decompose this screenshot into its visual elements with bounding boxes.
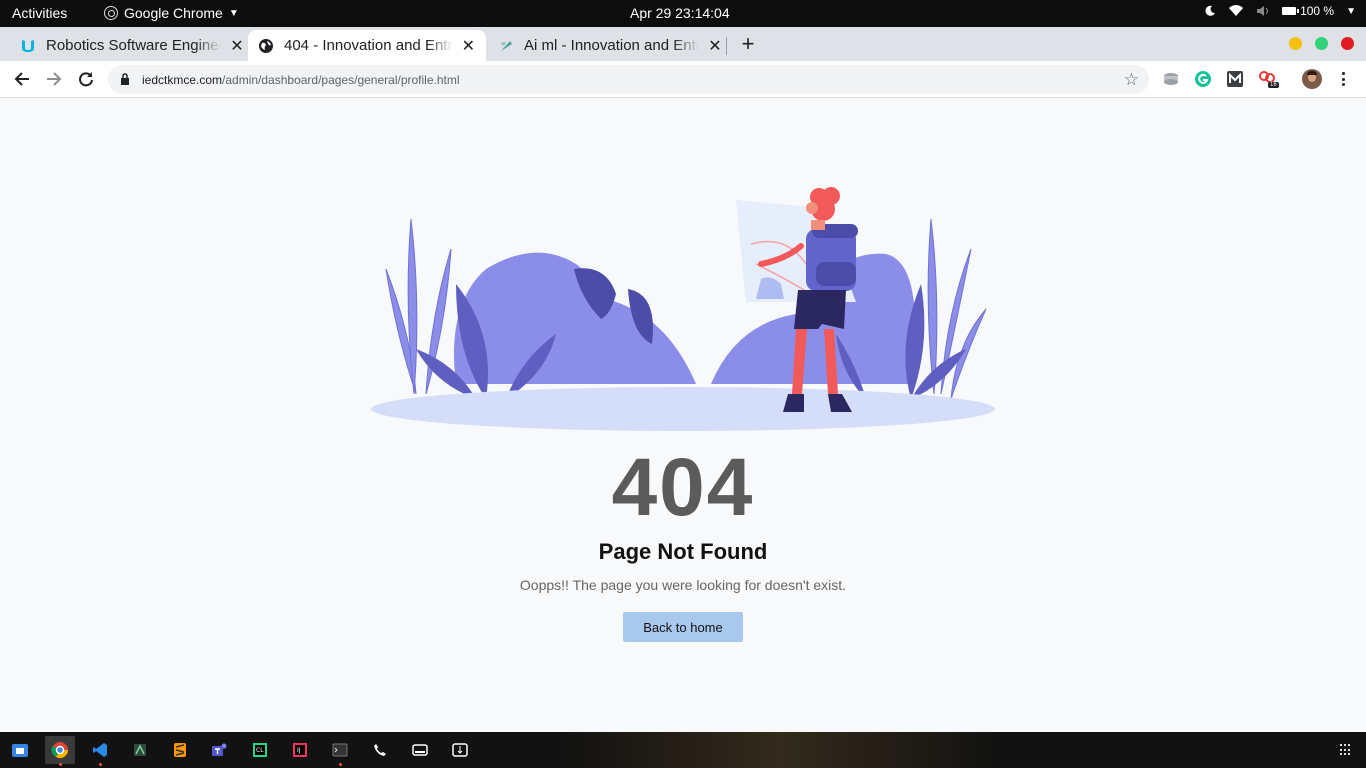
show-applications-icon[interactable] (1340, 744, 1352, 756)
kebab-dot-icon (1341, 77, 1345, 81)
clion-icon: CL (253, 743, 267, 757)
page-title: Page Not Found (598, 539, 768, 564)
battery-icon (1282, 7, 1300, 15)
window-controls (1289, 37, 1354, 50)
arrow-left-icon (14, 72, 29, 86)
teams-icon (212, 743, 227, 756)
dock-files[interactable] (5, 736, 35, 764)
url-path: /admin/dashboard/pages/general/profile.h… (222, 73, 460, 87)
svg-text:IJ: IJ (297, 747, 301, 754)
app-icon (134, 744, 146, 756)
extension-badge-count: 16 (1268, 82, 1279, 88)
profile-avatar[interactable] (1302, 69, 1322, 89)
udacity-icon (22, 39, 34, 52)
tab-strip: Robotics Software Engineer ✕ 404 - Innov… (0, 27, 1366, 61)
grammarly-icon[interactable] (1194, 70, 1212, 88)
dock-sublime[interactable] (165, 736, 195, 764)
dock-terminal[interactable] (325, 736, 355, 766)
terminal-icon (332, 743, 348, 757)
dock-chrome[interactable] (45, 736, 75, 766)
system-top-bar: Activities Google Chrome ▼ Apr 29 23:14:… (0, 0, 1366, 27)
dock-app[interactable] (125, 736, 155, 764)
dock-intellij[interactable]: IJ (285, 736, 315, 764)
tab-divider (726, 37, 727, 55)
wifi-icon (1229, 5, 1244, 17)
chevron-down-icon: ▼ (1346, 5, 1356, 17)
tab-title: Ai ml - Innovation and Entrepreneurship (524, 37, 699, 54)
lost-traveler-illustration (371, 187, 995, 431)
minimize-button[interactable] (1289, 37, 1302, 50)
maximize-button[interactable] (1315, 37, 1328, 50)
dock-clion[interactable]: CL (245, 736, 275, 764)
arrow-right-icon (47, 72, 62, 86)
dock-phone[interactable] (365, 736, 395, 764)
wallpaper-strip (560, 732, 1000, 768)
reload-icon (79, 72, 93, 87)
tab-ai-ml[interactable]: Ai ml - Innovation and Entrepreneurship … (488, 30, 733, 61)
chrome-icon (51, 742, 69, 759)
extension-badge-button[interactable]: 16 (1258, 70, 1280, 88)
chrome-icon (104, 6, 118, 20)
files-icon (12, 744, 28, 757)
running-indicator (339, 763, 342, 766)
tab-404[interactable]: 404 - Innovation and Entrepreneurship ✕ (248, 30, 486, 61)
url-domain: iedctkmce.com (142, 73, 223, 87)
dock-vscode[interactable] (85, 736, 115, 766)
mendeley-icon[interactable] (1226, 70, 1244, 88)
avatar-hair (1307, 71, 1317, 75)
activities-button[interactable]: Activities (12, 5, 67, 21)
page-content: 404 Page Not Found Oopps!! The page you … (0, 98, 1366, 732)
close-icon[interactable]: ✕ (461, 36, 476, 56)
close-icon[interactable]: ✕ (707, 36, 723, 56)
chrome-menu-button[interactable] (1336, 70, 1350, 88)
taskbar: CL IJ (0, 732, 1366, 768)
url-text: iedctkmce.com/admin/dashboard/pages/gene… (142, 73, 460, 87)
error-message: Oopps!! The page you were looking for do… (519, 577, 847, 593)
bookmark-star-icon[interactable]: ☆ (1124, 70, 1139, 90)
globe-icon (259, 38, 273, 53)
close-window-button[interactable] (1341, 37, 1354, 50)
dock-usb[interactable] (445, 736, 475, 764)
app-menu-label: Google Chrome (124, 5, 223, 21)
extension-stack-icon[interactable] (1162, 70, 1180, 88)
sublime-icon (174, 743, 186, 757)
usb-icon (452, 743, 468, 757)
dock-teams[interactable] (205, 736, 235, 764)
close-icon[interactable]: ✕ (229, 36, 245, 56)
back-button[interactable] (10, 67, 34, 91)
vscode-icon (93, 743, 107, 757)
night-light-icon (1205, 5, 1216, 16)
chevron-down-icon: ▼ (228, 7, 239, 19)
tab-robotics[interactable]: Robotics Software Engineer ✕ (10, 30, 255, 61)
battery-level: 100 % (1300, 4, 1335, 18)
feather-icon (500, 40, 512, 51)
running-indicator (99, 763, 102, 766)
running-indicator (59, 763, 62, 766)
error-code: 404 (611, 442, 755, 533)
new-tab-button[interactable]: + (738, 31, 758, 57)
battery-indicator: 100 % (1282, 4, 1334, 18)
kebab-dot-icon (1341, 72, 1345, 75)
volume-icon (1257, 6, 1269, 16)
clock[interactable]: Apr 29 23:14:04 (630, 5, 730, 21)
tab-title: Robotics Software Engineer (46, 37, 221, 54)
browser-toolbar: iedctkmce.com/admin/dashboard/pages/gene… (0, 61, 1366, 98)
back-to-home-button[interactable]: Back to home (623, 612, 743, 642)
svg-text:CL: CL (256, 747, 264, 754)
app-menu[interactable]: Google Chrome ▼ (104, 5, 239, 21)
address-bar[interactable]: iedctkmce.com/admin/dashboard/pages/gene… (108, 65, 1149, 94)
status-area[interactable]: 100 % ▼ (1204, 4, 1356, 18)
dock-drive[interactable] (405, 736, 435, 764)
forward-button[interactable] (42, 67, 66, 91)
lock-icon (121, 73, 129, 85)
drive-icon (412, 744, 428, 756)
tab-title: 404 - Innovation and Entrepreneurship (284, 37, 453, 54)
kebab-dot-icon (1341, 83, 1345, 86)
phone-icon (374, 744, 386, 756)
reload-button[interactable] (74, 67, 98, 91)
intellij-icon: IJ (293, 743, 307, 757)
